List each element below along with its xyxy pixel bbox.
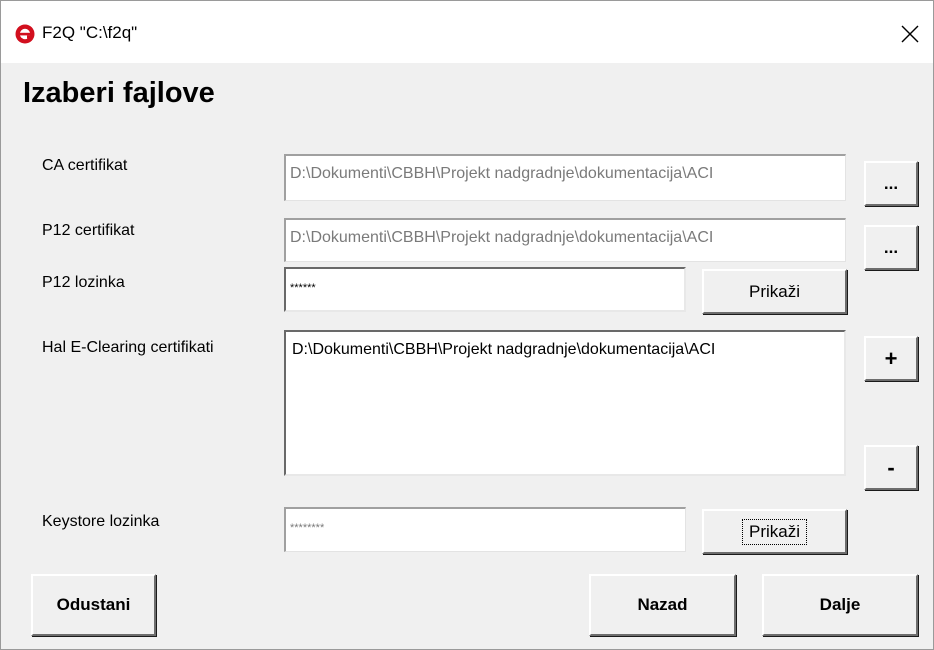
- p12-certificate-label: P12 certifikat: [42, 222, 135, 239]
- back-button[interactable]: Nazad: [589, 574, 736, 636]
- window-title: F2Q "C:\f2q": [42, 23, 138, 42]
- p12-browse-button[interactable]: ...: [864, 225, 918, 270]
- list-item[interactable]: D:\Dokumenti\CBBH\Projekt nadgradnje\dok…: [292, 340, 844, 360]
- title-bar: F2Q "C:\f2q": [1, 1, 933, 63]
- ca-browse-button[interactable]: ...: [864, 161, 918, 206]
- p12-password-field[interactable]: ******: [284, 267, 686, 312]
- keystore-show-password-button[interactable]: Prikaži: [702, 509, 847, 554]
- hal-remove-button[interactable]: -: [864, 445, 918, 490]
- keystore-password-label: Keystore lozinka: [42, 513, 160, 530]
- next-button[interactable]: Dalje: [762, 574, 918, 636]
- page-title: Izaberi fajlove: [23, 77, 215, 109]
- cancel-button[interactable]: Odustani: [31, 574, 156, 636]
- close-icon: [901, 25, 919, 43]
- ca-certificate-label: CA certifikat: [42, 157, 128, 174]
- p12-password-label: P12 lozinka: [42, 274, 125, 291]
- edge-e-icon: [15, 24, 35, 44]
- hal-certificates-list[interactable]: D:\Dokumenti\CBBH\Projekt nadgradnje\dok…: [284, 330, 846, 476]
- ca-certificate-field[interactable]: D:\Dokumenti\CBBH\Projekt nadgradnje\dok…: [284, 154, 846, 201]
- p12-certificate-field[interactable]: D:\Dokumenti\CBBH\Projekt nadgradnje\dok…: [284, 218, 846, 262]
- dialog-window: F2Q "C:\f2q" Izaberi fajlove CA certifik…: [0, 0, 934, 650]
- close-button[interactable]: [893, 17, 927, 51]
- keystore-password-field[interactable]: ********: [284, 507, 686, 552]
- p12-show-password-button[interactable]: Prikaži: [702, 269, 847, 314]
- hal-certificates-label: Hal E-Clearing certifikati: [42, 339, 214, 356]
- hal-add-button[interactable]: +: [864, 336, 918, 381]
- keystore-show-label: Prikaži: [741, 518, 807, 545]
